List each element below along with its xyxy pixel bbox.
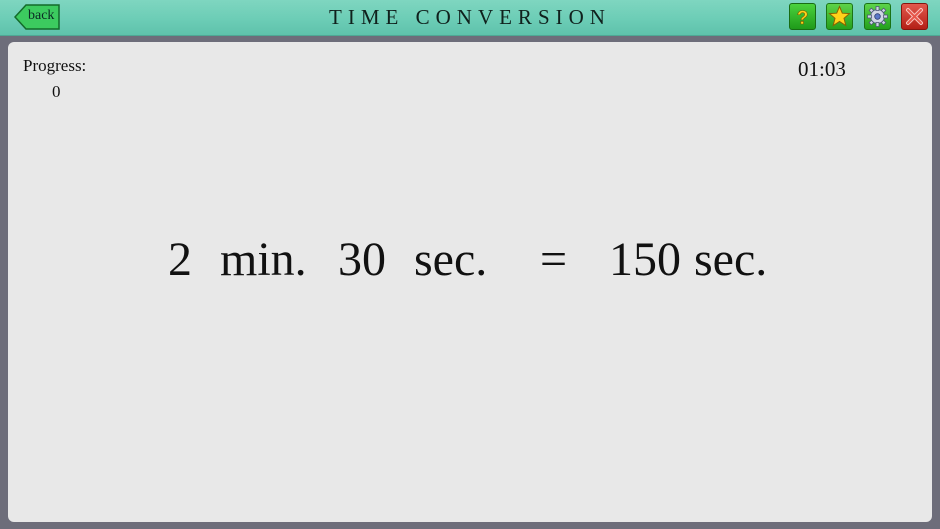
minutes-value: 2 [168,233,192,286]
conversion-equation: 2 min. 30 sec. = 150 sec. [8,232,932,292]
gear-icon [867,6,888,27]
seconds-value: 30 [338,233,386,286]
main-panel: Progress: 0 01:03 2 min. 30 sec. = 150 s… [8,42,932,522]
svg-text:?: ? [797,8,809,29]
favorite-button[interactable] [826,3,853,30]
timer: 01:03 [798,57,846,81]
title-bar: back TIME CONVERSION ? [0,0,940,36]
settings-button[interactable] [864,3,891,30]
help-button[interactable]: ? [789,3,816,30]
close-button[interactable] [901,3,928,30]
answer-value[interactable]: 150 [609,232,681,287]
close-icon [906,8,923,25]
help-icon: ? [796,8,809,29]
minutes-unit: min. [220,233,307,286]
star-icon [828,5,851,27]
progress-value: 0 [52,82,61,101]
seconds-unit: sec. [414,233,488,286]
equals-sign: = [540,233,568,286]
answer-unit: sec. [694,233,768,286]
progress-label: Progress: [23,56,87,75]
